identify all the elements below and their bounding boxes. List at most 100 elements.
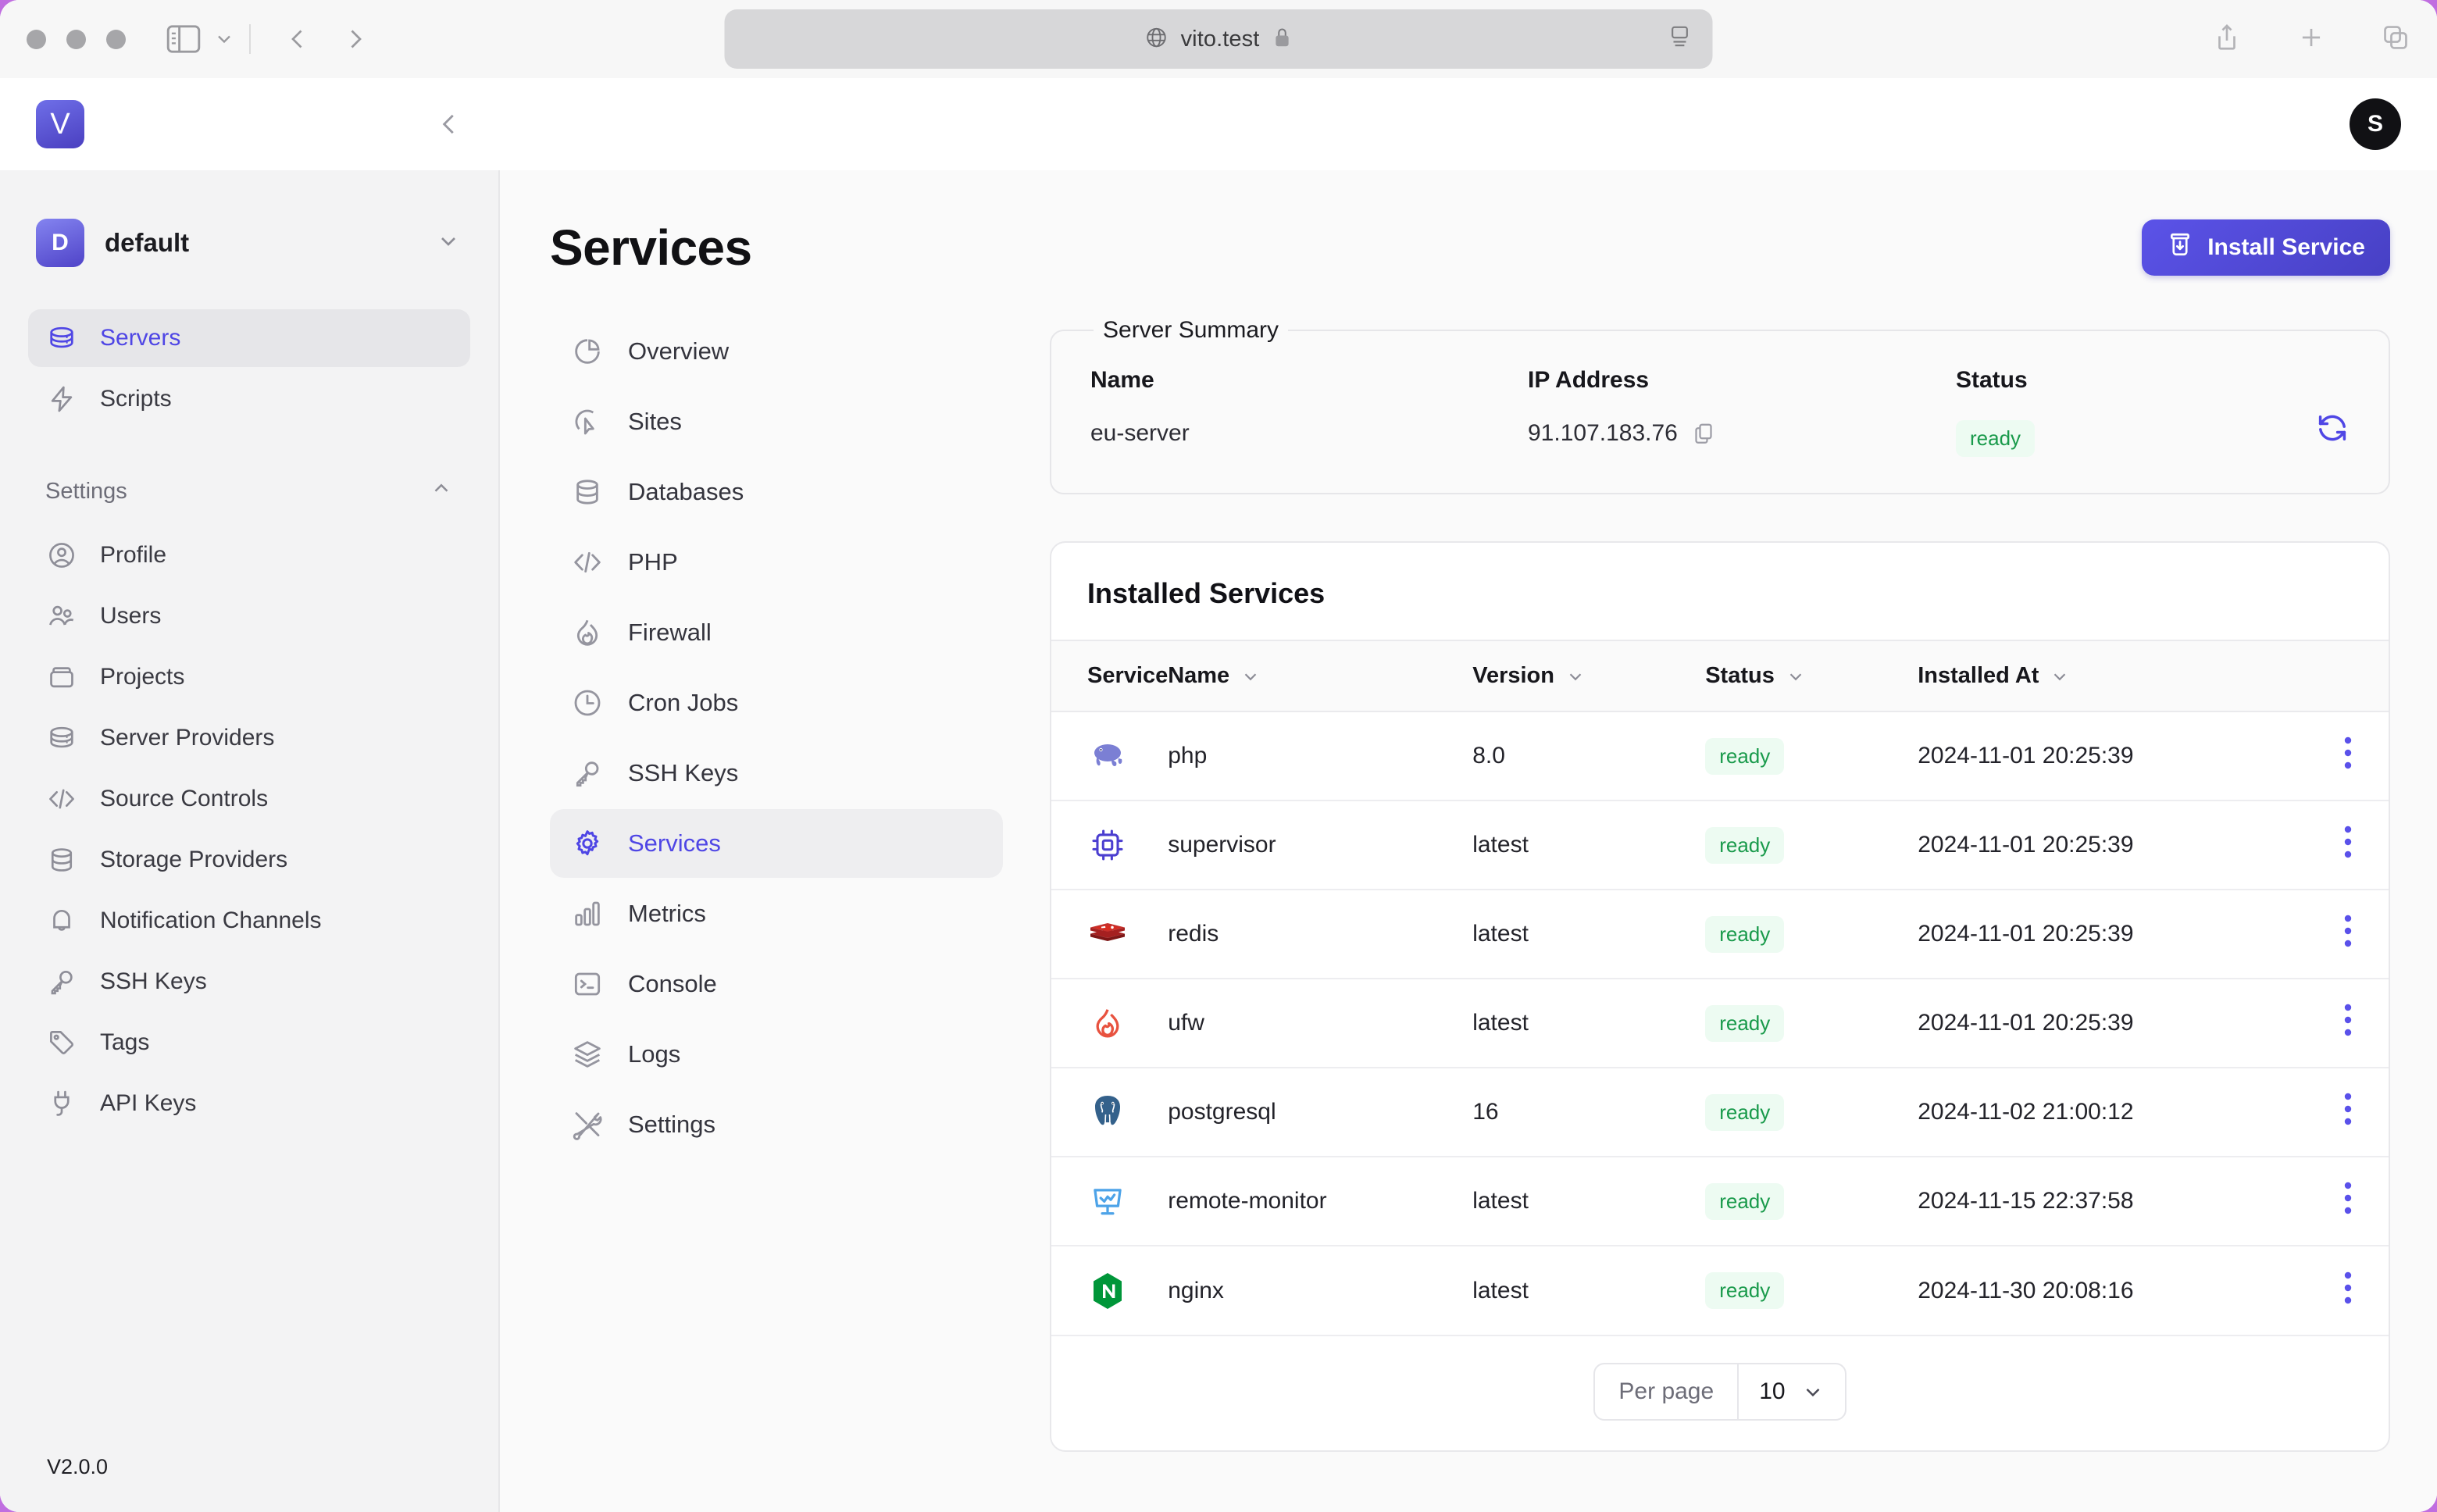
per-page-label: Per page [1618, 1378, 1714, 1404]
sidebar-item-label: Servers [100, 325, 181, 351]
sidebar-item-users[interactable]: Users [28, 587, 470, 645]
subnav-item-sites[interactable]: Sites [550, 387, 1003, 456]
subnav-item-cron-jobs[interactable]: Cron Jobs [550, 669, 1003, 737]
plug-icon [45, 1087, 78, 1120]
minimize-window-button[interactable] [66, 29, 86, 49]
sidebar-item-notification-channels[interactable]: Notification Channels [28, 892, 470, 950]
sidebar-item-scripts[interactable]: Scripts [28, 370, 470, 428]
row-menu-button[interactable] [2343, 1181, 2353, 1215]
column-header-installed-at[interactable]: Installed At [1918, 640, 2269, 711]
code-icon [570, 545, 605, 579]
service-installed-at-cell: 2024-11-02 21:00:12 [1918, 1099, 2134, 1125]
subnav-item-label: Sites [628, 408, 682, 435]
service-actions-cell [2269, 890, 2389, 979]
service-version-cell: latest [1472, 921, 1529, 947]
table-row[interactable]: redis latest ready 2024-11-01 20:25:39 [1051, 890, 2389, 979]
column-header-service-label: Service [1087, 663, 1169, 688]
service-actions-cell [2269, 801, 2389, 890]
tools-icon [570, 1107, 605, 1142]
header-back-button[interactable] [434, 109, 464, 139]
column-header-installed-at-label: Installed At [1918, 663, 2039, 688]
subnav-item-databases[interactable]: Databases [550, 458, 1003, 526]
sidebar-item-storage-providers[interactable]: Storage Providers [28, 831, 470, 889]
table-row[interactable]: remote-monitor latest ready 2024-11-15 2… [1051, 1157, 2389, 1246]
close-window-button[interactable] [27, 29, 46, 49]
subnav-item-services[interactable]: Services [550, 809, 1003, 878]
subnav-item-php[interactable]: PHP [550, 528, 1003, 597]
subnav-item-overview[interactable]: Overview [550, 317, 1003, 386]
table-row[interactable]: supervisor latest ready 2024-11-01 20:25… [1051, 801, 2389, 890]
column-header-status[interactable]: Status [1705, 640, 1918, 711]
subnav-item-label: PHP [628, 548, 678, 576]
sidebar-dropdown-chevron-down-icon[interactable] [213, 28, 235, 50]
subnav-item-metrics[interactable]: Metrics [550, 879, 1003, 948]
sidebar-item-projects[interactable]: Projects [28, 648, 470, 706]
subnav-item-label: SSH Keys [628, 759, 739, 786]
per-page-control[interactable]: Per page 10 [1593, 1363, 1846, 1421]
table-row[interactable]: nginx latest ready 2024-11-30 20:08:16 [1051, 1246, 2389, 1335]
table-row[interactable]: ufw latest ready 2024-11-01 20:25:39 [1051, 979, 2389, 1068]
reader-view-icon[interactable] [1669, 25, 1691, 54]
services-panel: Server Summary Name eu-server IP Address… [1050, 317, 2390, 1512]
php-elephant-icon [1087, 736, 1128, 776]
table-row[interactable]: postgresql 16 ready 2024-11-02 21:00:12 [1051, 1068, 2389, 1157]
server-summary-ip-header: IP Address [1528, 367, 1650, 393]
row-menu-button[interactable] [2343, 1003, 2353, 1037]
sidebar-item-server-providers[interactable]: Server Providers [28, 709, 470, 767]
subnav-item-settings[interactable]: Settings [550, 1090, 1003, 1159]
new-tab-icon[interactable] [2296, 23, 2326, 56]
forward-navigation-icon[interactable] [341, 25, 369, 53]
sidebar-item-profile[interactable]: Profile [28, 526, 470, 584]
sidebar-item-label: SSH Keys [100, 968, 207, 994]
sidebar-primary-nav: Servers Scripts [28, 309, 470, 428]
subnav-item-label: Logs [628, 1040, 681, 1068]
back-navigation-icon[interactable] [284, 25, 312, 53]
row-menu-button[interactable] [2343, 914, 2353, 948]
service-actions-cell [2269, 711, 2389, 801]
install-service-button[interactable]: Install Service [2142, 219, 2390, 276]
service-status-cell: ready [1705, 711, 1918, 801]
column-header-version[interactable]: Version [1472, 640, 1705, 711]
table-header-row: Service Name Version Status Installed At [1051, 640, 2389, 711]
sidebar-item-api-keys[interactable]: API Keys [28, 1075, 470, 1132]
toolbar-divider [249, 24, 251, 54]
subnav-item-console[interactable]: Console [550, 950, 1003, 1018]
sidebar-item-label: Storage Providers [100, 847, 288, 872]
subnav-item-firewall[interactable]: Firewall [550, 598, 1003, 667]
table-row[interactable]: php 8.0 ready 2024-11-01 20:25:39 [1051, 711, 2389, 801]
chevron-down-icon [2050, 666, 2070, 686]
row-menu-button[interactable] [2343, 736, 2353, 770]
install-icon [2167, 231, 2193, 264]
service-status-cell: ready [1705, 1246, 1918, 1335]
window-traffic-lights[interactable] [27, 29, 126, 49]
maximize-window-button[interactable] [106, 29, 126, 49]
subnav-item-label: Cron Jobs [628, 689, 739, 716]
gear-icon [570, 826, 605, 861]
per-page-select[interactable]: 10 [1737, 1364, 1844, 1419]
status-badge: ready [1705, 737, 1785, 775]
team-switcher[interactable]: D default [28, 219, 470, 267]
sidebar-item-tags[interactable]: Tags [28, 1014, 470, 1072]
app-header: V S [0, 78, 2437, 170]
subnav-item-ssh-keys[interactable]: SSH Keys [550, 739, 1003, 808]
row-menu-button[interactable] [2343, 825, 2353, 859]
sidebar-toggle-icon[interactable] [166, 25, 201, 53]
share-icon[interactable] [2212, 23, 2242, 56]
tab-overview-icon[interactable] [2381, 23, 2410, 56]
refresh-icon[interactable] [2315, 367, 2350, 445]
address-bar[interactable]: vito.test [724, 9, 1713, 69]
server-icon [45, 322, 78, 355]
sidebar-item-source-controls[interactable]: Source Controls [28, 770, 470, 828]
row-menu-button[interactable] [2343, 1271, 2353, 1305]
subnav-item-logs[interactable]: Logs [550, 1020, 1003, 1089]
sidebar-item-servers[interactable]: Servers [28, 309, 470, 367]
bar-chart-icon [570, 897, 605, 931]
column-header-name[interactable]: Name [1168, 640, 1472, 711]
app-logo[interactable]: V [36, 100, 84, 148]
avatar[interactable]: S [2350, 98, 2401, 150]
copy-icon[interactable] [1692, 422, 1715, 445]
sidebar-item-ssh-keys[interactable]: SSH Keys [28, 953, 470, 1011]
sidebar-section-settings[interactable]: Settings [28, 476, 470, 506]
install-service-label: Install Service [2207, 234, 2365, 260]
row-menu-button[interactable] [2343, 1092, 2353, 1126]
